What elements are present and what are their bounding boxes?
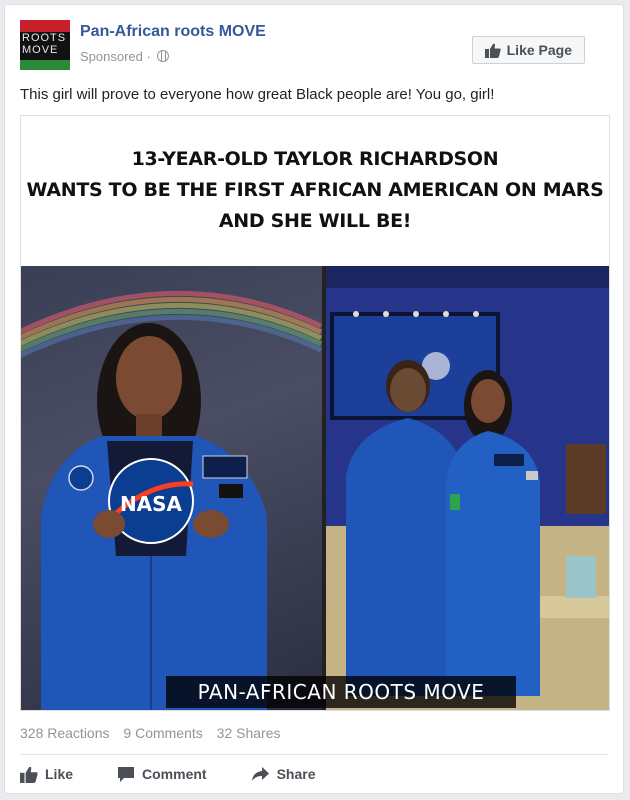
like-page-label: Like Page <box>506 42 572 58</box>
like-label: Like <box>45 766 74 782</box>
like-page-button[interactable]: Like Page <box>471 36 585 64</box>
image-caption-overlay: PAN-AFRICAN ROOTS MOVE <box>166 676 516 708</box>
share-icon <box>251 767 269 781</box>
actions-divider <box>20 754 608 755</box>
post-image-link[interactable]: 13-YEAR-OLD TAYLOR RICHARDSON WANTS TO B… <box>20 115 610 711</box>
shares-count[interactable]: 32 Shares <box>217 725 281 741</box>
headline-line-1: 13-YEAR-OLD TAYLOR RICHARDSON <box>131 148 499 170</box>
page-avatar[interactable]: ROOTS MOVE <box>20 20 70 70</box>
photo-left-panel: NASA <box>21 266 322 710</box>
thumbs-up-icon <box>20 766 38 783</box>
post-message: This girl will prove to everyone how gre… <box>20 86 495 103</box>
thumbs-up-icon <box>484 43 501 58</box>
sponsored-label: Sponsored · <box>80 49 170 64</box>
comment-label: Comment <box>142 766 207 782</box>
image-headline: 13-YEAR-OLD TAYLOR RICHARDSON WANTS TO B… <box>21 144 609 237</box>
engagement-stats: 328 Reactions 9 Comments 32 Shares <box>20 725 290 741</box>
globe-icon[interactable] <box>157 50 170 62</box>
reactions-count[interactable]: 328 Reactions <box>20 725 110 741</box>
post-actions-bar: Like Comment Share <box>20 759 360 789</box>
girl-in-flight-suit-illustration: NASA <box>21 290 322 710</box>
share-label: Share <box>276 766 316 782</box>
comment-button[interactable]: Comment <box>117 766 207 783</box>
avatar-stripe-green <box>20 60 70 70</box>
sponsored-text: Sponsored · <box>80 49 151 64</box>
two-astronauts-illustration <box>326 266 609 710</box>
headline-line-3: AND SHE WILL BE! <box>218 210 412 232</box>
share-button[interactable]: Share <box>251 766 316 782</box>
avatar-logo-text: ROOTS MOVE <box>22 32 67 56</box>
nasa-shirt-text: NASA <box>120 492 183 516</box>
avatar-stripe-red <box>20 20 70 32</box>
comment-icon <box>118 766 135 782</box>
comments-count[interactable]: 9 Comments <box>123 725 202 741</box>
photo-right-panel <box>326 266 609 710</box>
sponsored-post: ROOTS MOVE Pan-African roots MOVE Sponso… <box>4 4 624 794</box>
headline-line-2: WANTS TO BE THE FIRST AFRICAN AMERICAN O… <box>26 179 604 201</box>
astronaut-photo: NASA PAN-AFRICAN ROOTS MOVE <box>21 266 609 710</box>
like-button[interactable]: Like <box>20 766 73 783</box>
post-header: ROOTS MOVE Pan-African roots MOVE Sponso… <box>20 20 608 72</box>
page-name-link[interactable]: Pan-African roots MOVE <box>80 23 266 41</box>
